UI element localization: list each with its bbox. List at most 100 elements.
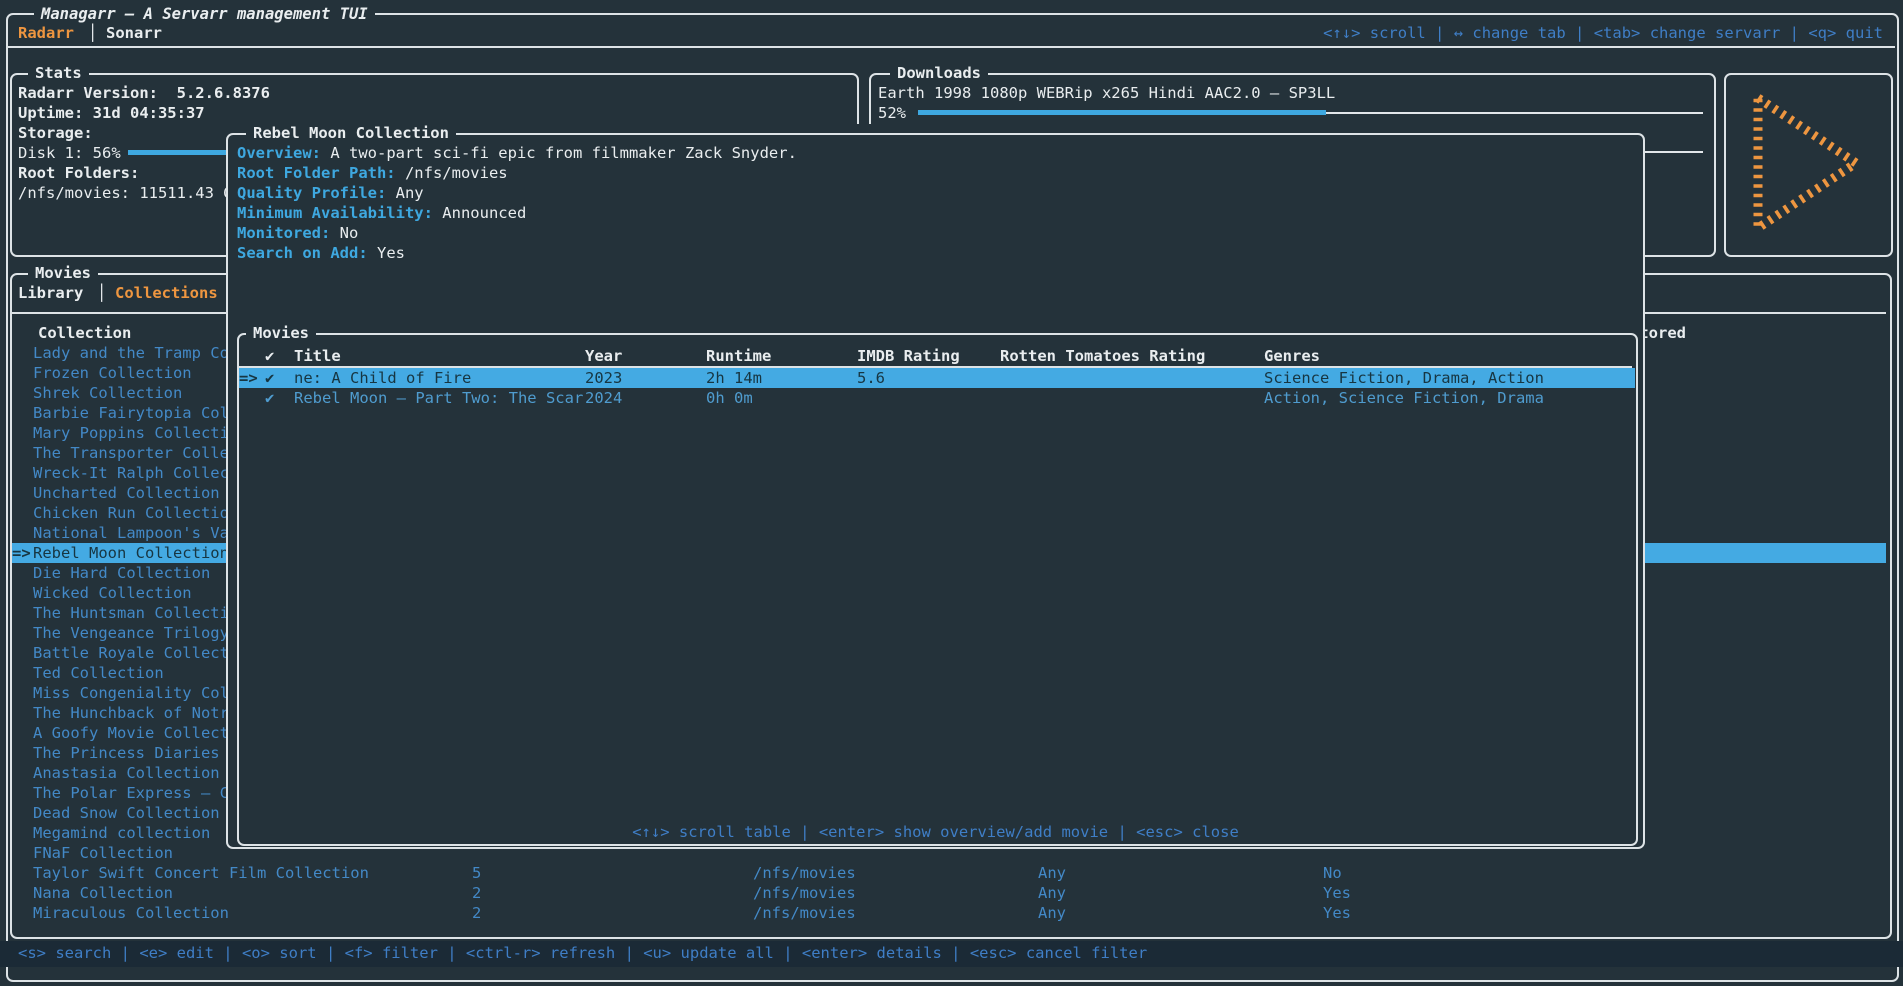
download-progress-bar: [918, 110, 1326, 115]
stats-panel-title: Stats: [28, 63, 89, 83]
popup-col-title: Title: [294, 346, 341, 366]
popup-field-value: /nfs/movies: [396, 164, 508, 182]
popup-movie-cell-year: 2023: [585, 368, 622, 388]
collection-row[interactable]: Barbie Fairytopia Col: [33, 403, 229, 423]
collection-row[interactable]: The Hunchback of Notr: [33, 703, 229, 723]
popup-field-value: A two-part sci-fi epic from filmmaker Za…: [321, 144, 797, 162]
download-item-percent: 52%: [878, 103, 906, 123]
collection-cell-search-on-add: Yes: [1323, 883, 1351, 903]
collection-cell-quality-profile: Any: [1038, 903, 1066, 923]
collection-row[interactable]: Mary Poppins Collecti: [33, 423, 229, 443]
collection-row[interactable]: Shrek Collection: [33, 383, 182, 403]
collection-row[interactable]: Lady and the Tramp Co: [33, 343, 229, 363]
stats-storage-label: Storage:: [18, 123, 93, 143]
collection-row[interactable]: The Huntsman Collecti: [33, 603, 229, 623]
popup-field: Monitored: No: [237, 223, 358, 243]
popup-movie-cell-title[interactable]: Rebel Moon – Part Two: The Scar: [294, 388, 583, 408]
popup-field-label: Search on Add:: [237, 244, 368, 262]
collection-row[interactable]: Wreck-It Ralph Collec: [33, 463, 229, 483]
tab-radarr[interactable]: Radarr: [18, 23, 74, 43]
app-title: Managarr – A Servarr management TUI: [34, 4, 375, 24]
stats-disk-label: Disk 1: 56%: [18, 143, 121, 163]
tab-collections[interactable]: Collections: [115, 283, 218, 303]
popup-field: Root Folder Path: /nfs/movies: [237, 163, 508, 183]
collection-row[interactable]: Dead Snow Collection: [33, 803, 220, 823]
popup-field: Overview: A two-part sci-fi epic from fi…: [237, 143, 797, 163]
popup-movies-subpanel: [237, 333, 1638, 846]
popup-field-label: Root Folder Path:: [237, 164, 396, 182]
popup-movie-cell-runtime: 2h 14m: [706, 368, 762, 388]
bottom-keybind-hints: <s> search | <e> edit | <o> sort | <f> f…: [18, 943, 1147, 963]
collection-row[interactable]: Battle Royale Collect: [33, 643, 229, 663]
collection-row[interactable]: National Lampoon's Va: [33, 523, 229, 543]
popup-field-label: Quality Profile:: [237, 184, 386, 202]
collection-row[interactable]: Die Hard Collection: [33, 563, 210, 583]
collection-row[interactable]: The Vengeance Trilogy: [33, 623, 229, 643]
popup-field-label: Monitored:: [237, 224, 330, 242]
popup-movie-cell-imdb: 5.6: [857, 368, 885, 388]
collection-row[interactable]: The Princess Diaries: [33, 743, 220, 763]
top-keybind-hints: <↑↓> scroll | ↔ change tab | <tab> chang…: [1323, 23, 1883, 43]
popup-col-rt: Rotten Tomatoes Rating: [1000, 346, 1205, 366]
collection-cell-root-folder: /nfs/movies: [753, 863, 856, 883]
download-item-name: Earth 1998 1080p WEBRip x265 Hindi AAC2.…: [878, 83, 1335, 103]
collection-cell-movies: 2: [472, 883, 481, 903]
popup-col-genres: Genres: [1264, 346, 1320, 366]
tab-separator: │: [88, 23, 97, 43]
collection-row[interactable]: Taylor Swift Concert Film Collection: [33, 863, 369, 883]
collection-row[interactable]: The Transporter Colle: [33, 443, 229, 463]
collection-row[interactable]: A Goofy Movie Collect: [33, 723, 229, 743]
popup-col-imdb: IMDB Rating: [857, 346, 960, 366]
popup-col-year: Year: [585, 346, 622, 366]
movies-panel-title: Movies: [28, 263, 98, 283]
downloads-panel-title: Downloads: [890, 63, 988, 83]
collection-cell-root-folder: /nfs/movies: [753, 883, 856, 903]
collection-row[interactable]: FNaF Collection: [33, 843, 173, 863]
movies-tab-separator: │: [97, 283, 106, 303]
popup-title: Rebel Moon Collection: [246, 123, 456, 143]
collection-row[interactable]: Wicked Collection: [33, 583, 192, 603]
tab-library[interactable]: Library: [18, 283, 83, 303]
popup-field-value: No: [330, 224, 358, 242]
popup-selection-arrow: =>: [239, 368, 258, 388]
collection-row[interactable]: Rebel Moon Collection: [33, 543, 229, 563]
popup-movie-cell-runtime: 0h 0m: [706, 388, 753, 408]
collection-cell-search-on-add: Yes: [1323, 903, 1351, 923]
collection-row[interactable]: Nana Collection: [33, 883, 173, 903]
collection-row[interactable]: Megamind collection: [33, 823, 210, 843]
collection-row[interactable]: The Polar Express – C: [33, 783, 229, 803]
popup-movie-cell-genres: Action, Science Fiction, Drama: [1264, 388, 1544, 408]
managarr-app: Managarr – A Servarr management TUI <↑↓>…: [0, 0, 1903, 986]
collection-cell-root-folder: /nfs/movies: [753, 903, 856, 923]
stats-root-folders-label: Root Folders:: [18, 163, 139, 183]
collection-row[interactable]: Chicken Run Collectio: [33, 503, 229, 523]
popup-movie-cell-check: ✔: [265, 368, 274, 388]
stats-version: Radarr Version: 5.2.6.8376: [18, 83, 270, 103]
tabs-underline: [8, 46, 1895, 48]
popup-field-label: Overview:: [237, 144, 321, 162]
collection-cell-movies: 5: [472, 863, 481, 883]
popup-movie-cell-check: ✔: [265, 388, 274, 408]
collection-cell-search-on-add: No: [1323, 863, 1342, 883]
collection-row[interactable]: Miss Congeniality Col: [33, 683, 229, 703]
collection-row[interactable]: Uncharted Collection: [33, 483, 220, 503]
popup-movie-cell-title[interactable]: ne: A Child of Fire: [294, 368, 471, 388]
collection-row[interactable]: Frozen Collection: [33, 363, 192, 383]
popup-movies-subpanel-title: Movies: [246, 323, 316, 343]
selection-arrow: =>: [12, 543, 31, 563]
collection-row[interactable]: Miraculous Collection: [33, 903, 229, 923]
popup-field: Search on Add: Yes: [237, 243, 405, 263]
popup-col-runtime: Runtime: [706, 346, 771, 366]
popup-field-value: Announced: [433, 204, 526, 222]
popup-movie-cell-genres: Science Fiction, Drama, Action: [1264, 368, 1544, 388]
tab-sonarr[interactable]: Sonarr: [106, 23, 162, 43]
collection-row[interactable]: Ted Collection: [33, 663, 164, 683]
popup-movie-cell-year: 2024: [585, 388, 622, 408]
stats-root-folder-value: /nfs/movies: 11511.43 GB: [18, 183, 242, 203]
collections-header-collection: Collection: [38, 323, 131, 343]
collection-row[interactable]: Anastasia Collection: [33, 763, 220, 783]
popup-field-value: Yes: [368, 244, 405, 262]
popup-col-check: ✔: [265, 346, 274, 366]
collection-cell-quality-profile: Any: [1038, 863, 1066, 883]
collection-cell-quality-profile: Any: [1038, 883, 1066, 903]
